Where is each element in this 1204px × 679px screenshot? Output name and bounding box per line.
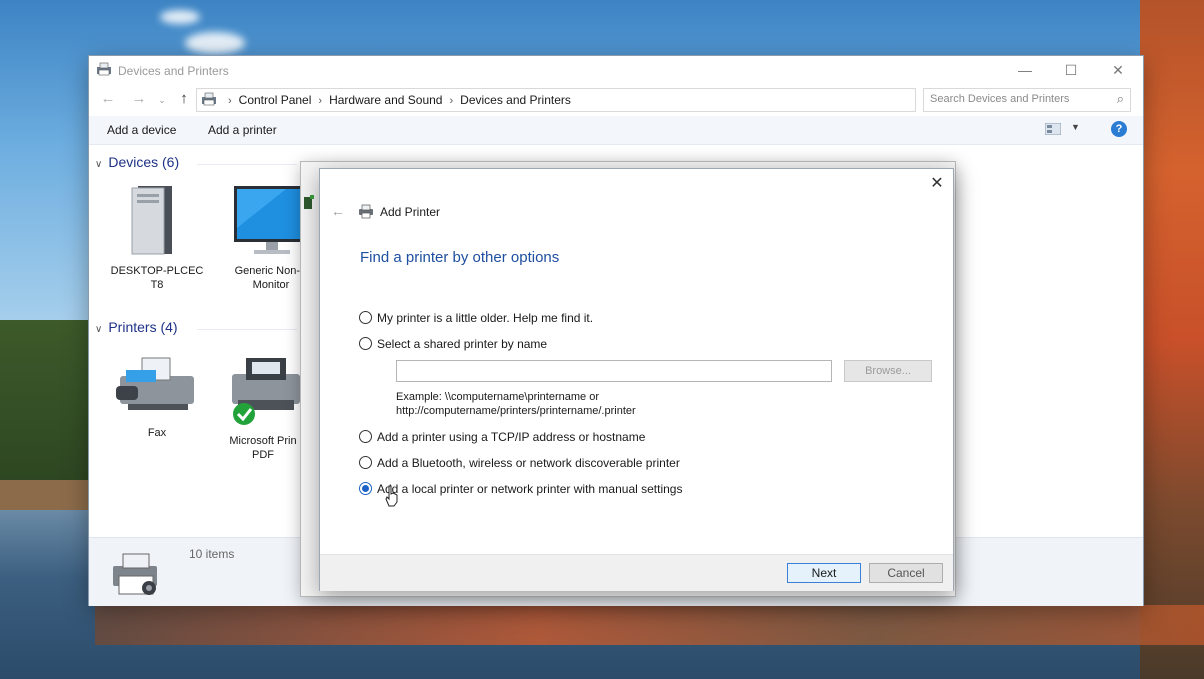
option-label: Add a Bluetooth, wireless or network dis… xyxy=(377,456,680,470)
maximize-button[interactable]: ☐ xyxy=(1051,60,1091,80)
window-title: Devices and Printers xyxy=(118,64,229,78)
hand-cursor-icon xyxy=(385,485,398,507)
dialog-close-button[interactable]: ✕ xyxy=(926,173,948,195)
forward-button[interactable]: → xyxy=(129,89,149,109)
group-divider xyxy=(197,329,297,330)
wallpaper-cloud xyxy=(185,32,245,54)
view-dropdown-icon[interactable]: ▼ xyxy=(1071,122,1080,132)
item-count: 10 items xyxy=(189,547,235,561)
dialog-heading: Find a printer by other options xyxy=(360,249,560,266)
option-bluetooth-wireless[interactable]: Add a Bluetooth, wireless or network dis… xyxy=(359,456,680,470)
chevron-down-icon[interactable]: ∨ xyxy=(95,159,102,170)
command-bar: Add a device Add a printer ▼ ? xyxy=(89,116,1143,145)
search-box[interactable]: ⌕ xyxy=(923,88,1131,112)
devices-printers-icon xyxy=(97,62,111,76)
add-device-button[interactable]: Add a device xyxy=(107,123,176,137)
search-icon[interactable]: ⌕ xyxy=(1117,91,1124,107)
example-text: Example: \\computername\printername or h… xyxy=(396,390,636,418)
option-local-manual[interactable]: Add a local printer or network printer w… xyxy=(359,482,682,496)
printer-label: PDF xyxy=(252,449,274,461)
radio-button[interactable] xyxy=(359,456,372,469)
fax-icon xyxy=(116,357,194,410)
devices-printers-large-icon xyxy=(113,553,157,595)
wallpaper-foliage-bottom xyxy=(95,605,1204,645)
dialog-footer: Next Cancel xyxy=(320,554,953,591)
radio-button-selected[interactable] xyxy=(359,482,372,495)
up-button[interactable]: ↑ xyxy=(174,89,194,109)
option-older-printer[interactable]: My printer is a little older. Help me fi… xyxy=(359,311,593,325)
chevron-down-icon[interactable]: ∨ xyxy=(95,324,102,335)
option-label: My printer is a little older. Help me fi… xyxy=(377,311,594,325)
wallpaper-foliage xyxy=(1140,0,1204,679)
address-row: ← → ⌄ ↑ › Control Panel › Hardware and Soun… xyxy=(89,86,1143,112)
browse-button[interactable]: Browse... xyxy=(844,360,932,382)
cancel-button[interactable]: Cancel xyxy=(869,563,943,583)
breadcrumb: › Control Panel › Hardware and Sound › Device… xyxy=(221,93,571,107)
breadcrumb-control-panel[interactable]: Control Panel xyxy=(239,93,312,107)
next-button[interactable]: Next xyxy=(787,563,861,583)
back-button[interactable]: ← xyxy=(98,89,118,109)
dialog-title: Add Printer xyxy=(380,205,441,219)
printer-label: Fax xyxy=(147,427,167,439)
devices-group-header[interactable]: ∨ Devices (6) xyxy=(95,154,179,170)
printer-small-icon xyxy=(304,195,314,209)
option-label: Add a printer using a TCP/IP address or … xyxy=(377,430,646,444)
breadcrumb-hardware-and-sound[interactable]: Hardware and Sound xyxy=(329,93,442,107)
devices-group-label: Devices (6) xyxy=(108,154,180,170)
device-label: T8 xyxy=(150,279,164,291)
device-label: DESKTOP-PLCEC xyxy=(110,265,204,277)
breadcrumb-separator[interactable]: › xyxy=(318,95,322,107)
printers-group-label: Printers (4) xyxy=(108,319,178,335)
device-item-desktop[interactable]: DESKTOP-PLCEC T8 xyxy=(107,180,207,292)
minimize-button[interactable]: — xyxy=(1005,60,1045,80)
example-line: http://computername/printers/printername… xyxy=(396,405,636,417)
option-label: Select a shared printer by name xyxy=(377,337,548,351)
breadcrumb-separator: › xyxy=(228,95,232,107)
dialog-back-button[interactable]: ← xyxy=(328,201,348,221)
chevron-down-icon[interactable]: ⌄ xyxy=(152,89,172,109)
printer-icon xyxy=(232,358,300,425)
computer-tower-icon xyxy=(131,186,172,255)
breadcrumb-separator[interactable]: › xyxy=(449,95,453,107)
breadcrumb-devices-and-printers[interactable]: Devices and Printers xyxy=(460,93,571,107)
wallpaper-cloud xyxy=(160,10,200,24)
printers-group-header[interactable]: ∨ Printers (4) xyxy=(95,319,178,335)
option-shared-printer[interactable]: Select a shared printer by name xyxy=(359,337,547,351)
add-printer-dialog: ✕ ← Add Printer Find a printer by other … xyxy=(319,168,954,591)
add-printer-button[interactable]: Add a printer xyxy=(208,123,277,137)
help-icon[interactable]: ? xyxy=(1111,121,1127,137)
printer-item-fax[interactable]: Fax xyxy=(107,352,207,440)
group-divider xyxy=(197,164,297,165)
example-line: Example: \\computername\printername or xyxy=(396,391,599,403)
search-input[interactable] xyxy=(930,92,1100,106)
radio-button[interactable] xyxy=(359,337,372,350)
devices-printers-icon xyxy=(202,92,216,106)
title-bar: Devices and Printers — ☐ ✕ xyxy=(89,56,1143,84)
printer-label: Microsoft Prin xyxy=(229,435,297,447)
close-button[interactable]: ✕ xyxy=(1098,60,1138,80)
address-bar[interactable]: › Control Panel › Hardware and Sound › Device… xyxy=(196,88,1014,112)
view-options-icon[interactable] xyxy=(1045,123,1061,135)
printer-item-microsoft-pdf[interactable]: Microsoft Prin PDF xyxy=(213,352,313,462)
printer-icon xyxy=(359,204,373,219)
option-label: Add a local printer or network printer w… xyxy=(377,482,683,496)
radio-button[interactable] xyxy=(359,430,372,443)
option-tcpip[interactable]: Add a printer using a TCP/IP address or … xyxy=(359,430,645,444)
shared-printer-name-input[interactable] xyxy=(396,360,832,382)
radio-button[interactable] xyxy=(359,311,372,324)
